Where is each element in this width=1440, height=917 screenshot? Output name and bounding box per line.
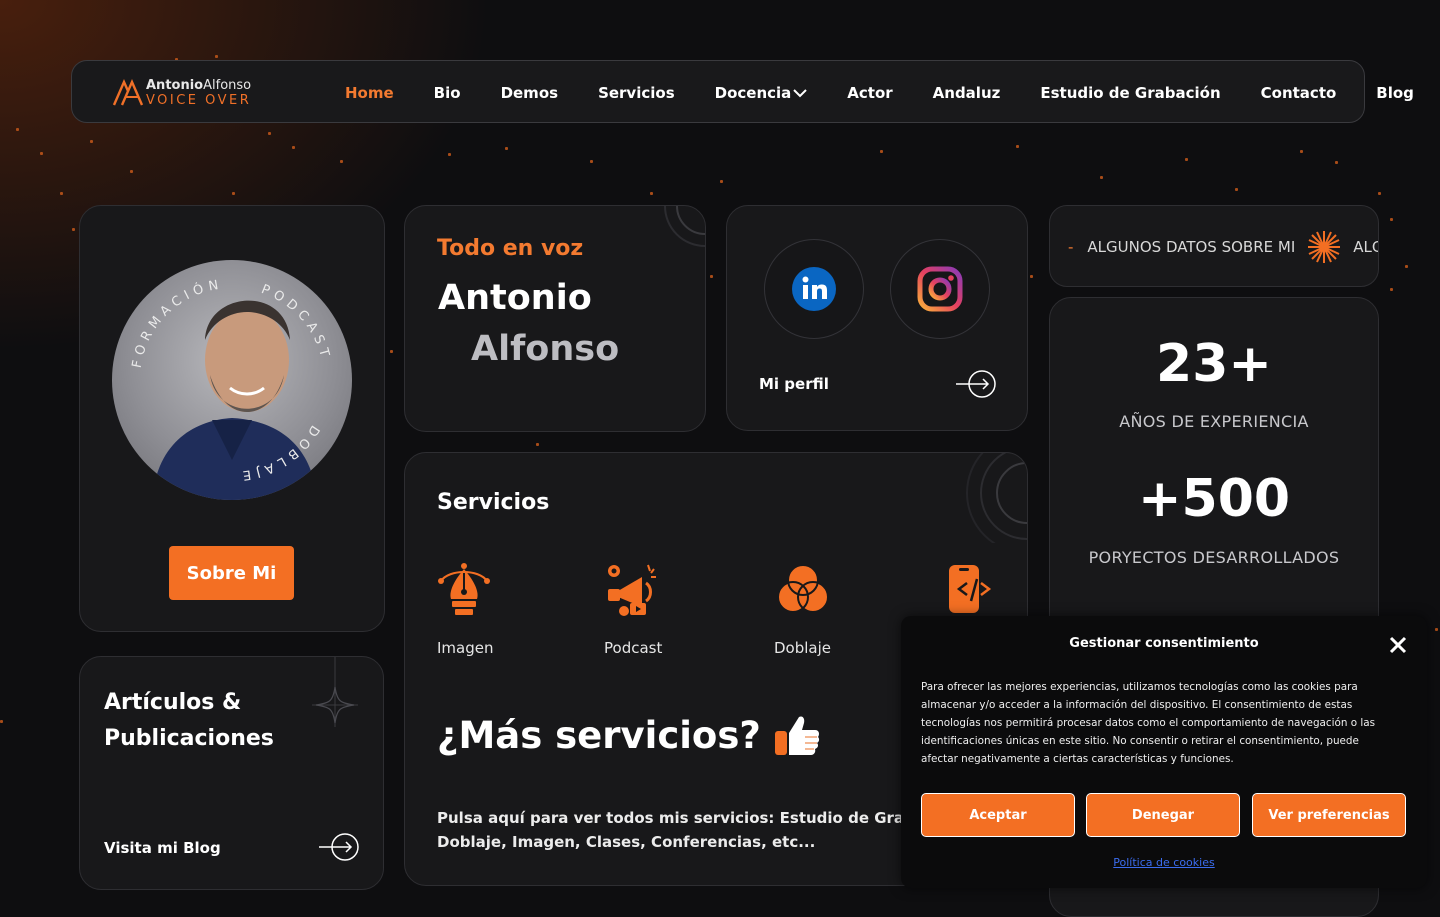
ticker-text-repeat: ALG (1353, 238, 1378, 256)
more-services-text: ¿Más servicios? (437, 713, 761, 757)
service-app[interactable] (945, 561, 995, 621)
services-title: Servicios (437, 490, 550, 515)
main-navbar: AntonioAlfonso VOICE OVER Home Bio Demos… (71, 60, 1414, 123)
nav-item-bio[interactable]: Bio (434, 84, 461, 102)
nav-item-demos[interactable]: Demos (501, 84, 559, 102)
nav-item-contacto[interactable]: Contacto (1261, 84, 1337, 102)
ticker-card: - ALGUNOS DATOS SOBRE MI ALG (1049, 205, 1379, 287)
nav-item-estudio[interactable]: Estudio de Grabación (1040, 84, 1220, 102)
accept-button[interactable]: Aceptar (921, 793, 1075, 837)
corner-arcs-decoration (664, 206, 705, 247)
consent-text: Para ofrecer las mejores experiencias, u… (921, 681, 1376, 765)
svg-text:FORMACIÓN: FORMACIÓN (130, 277, 225, 369)
articles-title-line: Publicaciones (104, 726, 274, 751)
nav-label: Andaluz (932, 83, 1001, 102)
profile-card: FORMACIÓN PODCAST DOBLAJE Sobre Mi (79, 205, 385, 632)
service-label: Doblaje (774, 639, 832, 657)
instagram-icon (917, 266, 963, 312)
intro-first-name: Antonio (438, 278, 592, 318)
linkedin-icon (792, 267, 836, 311)
social-profile-label: Mi perfil (759, 375, 829, 393)
preferences-button[interactable]: Ver preferencias (1252, 793, 1406, 837)
stat-years-value: 23+ (1156, 334, 1272, 394)
ticker-text: ALGUNOS DATOS SOBRE MI (1087, 238, 1296, 256)
nav-item-blog[interactable]: Blog (1376, 84, 1414, 102)
nav-label: Actor (847, 83, 893, 102)
nav-menu: Home Bio Demos Servicios Docencia Actor … (345, 61, 1414, 124)
ring-text-right: PODCAST (259, 282, 328, 363)
svg-text:DOBLAJE: DOBLAJE (237, 422, 322, 483)
articles-title: Artículos & Publicaciones (104, 685, 274, 757)
service-podcast[interactable]: Podcast (604, 561, 662, 657)
logo-tagline: VOICE OVER (146, 93, 252, 108)
articles-title-line: Artículos & (104, 690, 242, 715)
more-services-heading: ¿Más servicios? (437, 713, 821, 757)
nav-item-servicios[interactable]: Servicios (598, 84, 675, 102)
megaphone-icon (608, 564, 656, 616)
ring-text-bottom: DOBLAJE (237, 422, 317, 483)
service-label: Podcast (604, 639, 663, 657)
site-logo[interactable]: AntonioAlfonso VOICE OVER (112, 77, 251, 109)
logo-first-name: Antonio (146, 78, 204, 93)
nav-label: Bio (433, 83, 461, 102)
ticker-marquee: - ALGUNOS DATOS SOBRE MI ALG (1068, 206, 1378, 286)
mobile-code-icon (949, 565, 992, 613)
avatar-ring-text: FORMACIÓN PODCAST DOBLAJE (130, 277, 333, 483)
service-label: Imagen (437, 639, 494, 657)
close-icon[interactable] (1389, 636, 1407, 654)
arrow-right-icon[interactable] (955, 369, 997, 399)
deny-button[interactable]: Denegar (1086, 793, 1240, 837)
stat-years-label: AÑOS DE EXPERIENCIA (1119, 412, 1309, 431)
nav-label: Servicios (598, 83, 675, 102)
svg-text:PODCAST: PODCAST (259, 282, 333, 363)
venn-circles-icon (777, 564, 829, 613)
sobre-mi-button[interactable]: Sobre Mi (169, 546, 294, 600)
cookie-consent-dialog: Gestionar consentimiento Para ofrecer la… (901, 616, 1427, 888)
intro-last-name: Alfonso (471, 329, 620, 369)
nav-item-andaluz[interactable]: Andaluz (933, 84, 1001, 102)
pen-nib-icon (438, 563, 490, 615)
social-card: Mi perfil (726, 205, 1028, 431)
nav-label: Demos (500, 83, 559, 102)
visit-blog-label: Visita mi Blog (104, 839, 221, 857)
nav-label: Home (345, 83, 394, 102)
logo-mark-icon (112, 79, 144, 106)
thumbs-up-icon (774, 716, 819, 755)
intro-kicker: Todo en voz (437, 236, 584, 261)
ring-text-top: FORMACIÓN (130, 277, 220, 369)
nav-item-home[interactable]: Home (345, 84, 394, 102)
starburst-icon (1308, 231, 1341, 263)
logo-last-name: Alfonso (203, 78, 252, 93)
articles-card: Artículos & Publicaciones Visita mi Blog (79, 656, 384, 890)
service-doblaje[interactable]: Doblaje (774, 561, 832, 657)
corner-arcs-decoration (966, 453, 1027, 543)
sparkle-decoration (312, 657, 358, 727)
intro-card: Todo en voz Antonio Alfonso (404, 205, 706, 432)
chevron-down-icon (793, 88, 807, 97)
instagram-link[interactable] (890, 239, 990, 339)
nav-label: Docencia (714, 83, 792, 102)
arrow-right-icon[interactable] (318, 832, 360, 862)
cookie-policy-link[interactable]: Política de cookies (901, 856, 1427, 869)
stat-projects-value: +500 (1137, 469, 1291, 529)
nav-item-actor[interactable]: Actor (847, 84, 892, 102)
nav-label: Estudio de Grabación (1040, 83, 1221, 102)
consent-title: Gestionar consentimiento (1069, 636, 1259, 651)
nav-item-docencia[interactable]: Docencia (715, 84, 808, 102)
service-imagen[interactable]: Imagen (437, 561, 493, 657)
nav-label: Contacto (1260, 83, 1337, 102)
stat-projects-label: PORYECTOS DESARROLLADOS (1088, 548, 1340, 567)
linkedin-link[interactable] (764, 239, 864, 339)
nav-label: Blog (1376, 83, 1414, 102)
